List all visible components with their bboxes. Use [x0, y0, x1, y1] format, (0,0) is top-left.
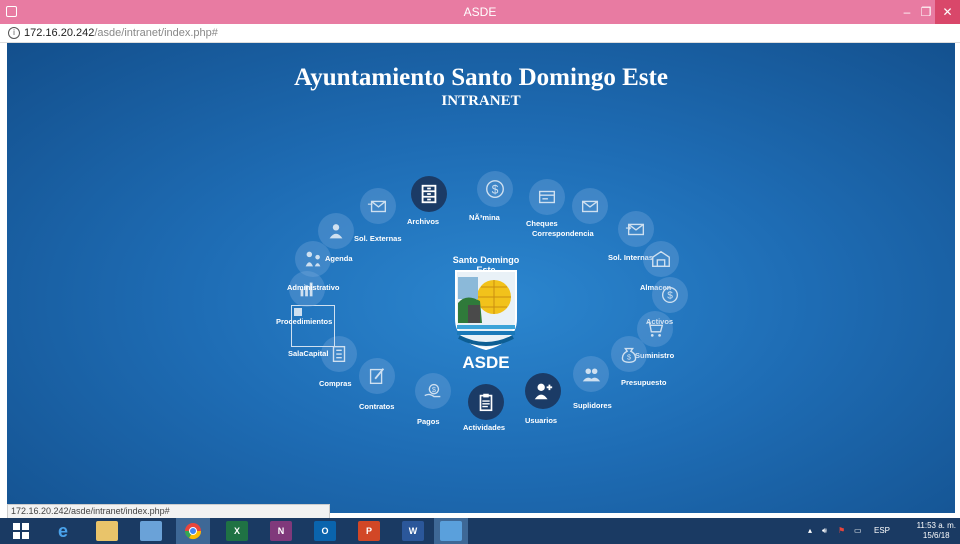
menu-label-salacapital[interactable]: SalaCapital [288, 349, 328, 358]
tray-chevron-icon[interactable]: ▴ [808, 526, 812, 535]
menu-label-correspondencia: Correspondencia [532, 229, 594, 238]
cart-icon [646, 321, 664, 337]
close-button[interactable]: ✕ [935, 0, 960, 24]
info-icon[interactable]: i [8, 27, 20, 39]
broken-image-icon [294, 308, 302, 316]
onenote-icon[interactable]: N [270, 521, 292, 541]
url-host: 172.16.20.242 [24, 27, 95, 39]
maximize-button[interactable]: ❐ [917, 0, 935, 24]
page-subtitle: INTRANET [441, 93, 521, 109]
menu-label-contratos: Contratos [359, 402, 395, 411]
flag-icon[interactable]: ⚑ [838, 526, 845, 535]
windows-logo-icon [13, 523, 29, 539]
inbox-envelope-icon [581, 200, 599, 213]
page-title: Ayuntamiento Santo Domingo Este [294, 64, 668, 91]
file-cabinet-icon [421, 184, 437, 204]
menu-label-pagos: Pagos [417, 417, 440, 426]
file-explorer-icon[interactable] [96, 521, 118, 541]
asde-logo: Santo Domingo Este ASDE [443, 250, 529, 384]
network-icon[interactable]: ▭ [854, 526, 862, 535]
send-envelope-icon [367, 200, 387, 213]
minimize-button[interactable]: – [897, 0, 917, 24]
excel-icon[interactable]: X [226, 521, 248, 541]
people-tree-icon [305, 251, 321, 267]
menu-label-procedimientos: Procedimientos [276, 317, 333, 326]
envelope-arrow-icon [625, 223, 645, 236]
windows-taskbar: e X N O P W ▴ 🔊︎ ⚑ ▭ ESP 11:53 a. m. 15/… [0, 518, 960, 544]
powerpoint-icon[interactable]: P [358, 521, 380, 541]
menu-label-actividades: Actividades [463, 423, 506, 432]
warehouse-icon [652, 250, 670, 268]
menu-label-archivos: Archivos [407, 217, 440, 226]
logo-bottom-text: ASDE [462, 353, 510, 372]
check-document-icon [538, 190, 556, 204]
clipboard-icon [479, 393, 493, 412]
users-icon [329, 224, 343, 239]
svg-text:$: $ [432, 385, 436, 394]
menu-label-usuarios: Usuarios [525, 416, 558, 425]
url-text[interactable]: 172.16.20.242/asde/intranet/index.php# [24, 24, 218, 42]
add-user-icon [534, 383, 553, 400]
dollar-icon: $ [486, 180, 504, 198]
dollar-ring-icon: $ [661, 286, 679, 304]
edit-document-icon [369, 368, 385, 385]
svg-text:$: $ [667, 291, 673, 302]
browser-statusbar: 172.16.20.242/asde/intranet/index.php# [7, 504, 330, 519]
word-icon[interactable]: W [402, 521, 424, 541]
procedimientos-broken-image[interactable]: Procedimientos [276, 305, 335, 347]
svg-text:$: $ [627, 353, 631, 362]
url-path: /asde/intranet/index.php# [94, 27, 218, 39]
address-bar[interactable]: i 172.16.20.242/asde/intranet/index.php# [0, 24, 960, 43]
chrome-icon[interactable] [182, 521, 204, 541]
menu-label-sol-externas: Sol. Externas [354, 234, 402, 243]
menu-label-administrativo: Administrativo [287, 283, 340, 292]
window-title: ASDE [463, 5, 497, 19]
menu-label-cheques: Cheques [526, 219, 558, 228]
menu-label-compras: Compras [319, 379, 352, 388]
group-icon [582, 368, 601, 382]
window-titlebar: ASDE – ❐ ✕ [0, 0, 960, 24]
clock-time: 11:53 a. m. [916, 521, 956, 530]
calculator-icon[interactable] [140, 521, 162, 541]
payment-hand-icon: $ [424, 383, 441, 398]
menu-label-agenda: Agenda [325, 254, 353, 263]
svg-text:$: $ [492, 183, 499, 197]
menu-label-suplidores: Suplidores [573, 401, 612, 410]
language-indicator[interactable]: ESP [874, 526, 890, 535]
money-bag-icon: $ [621, 347, 637, 363]
logo-shield-icon [455, 270, 517, 351]
system-tray: ▴ 🔊︎ ⚑ ▭ ESP 11:53 a. m. 15/6/18 [800, 518, 960, 544]
outlook-icon[interactable]: O [314, 521, 336, 541]
start-icon[interactable] [10, 521, 32, 541]
volume-icon[interactable]: 🔊︎ [822, 526, 827, 536]
menu-label-nomina: NÃ³mina [469, 213, 500, 222]
ie-icon[interactable]: e [52, 521, 74, 541]
clock[interactable]: 11:53 a. m. 15/6/18 [917, 521, 956, 541]
clock-date: 15/6/18 [922, 531, 950, 540]
app-window-icon[interactable] [440, 521, 462, 541]
intranet-page: Ayuntamiento Santo Domingo Este INTRANET… [7, 43, 955, 513]
menu-label-presupuesto: Presupuesto [621, 378, 667, 387]
